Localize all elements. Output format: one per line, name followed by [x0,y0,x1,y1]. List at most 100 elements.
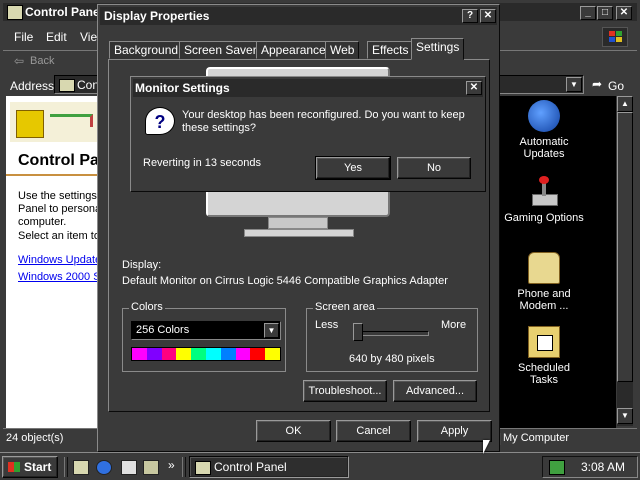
address-dropdown-button[interactable]: ▼ [566,77,582,92]
taskbar: Start » Control Panel 3:08 AM [0,452,640,480]
display-properties-dialog: Display Properties ? ✕ Background Screen… [97,4,500,452]
media-player-icon[interactable] [143,460,159,475]
palette-swatch [250,348,266,360]
monitor-base [244,229,354,237]
colors-dropdown[interactable]: 256 Colors ▼ [131,321,281,340]
scheduled-tasks-label: Scheduled Tasks [518,362,570,386]
palette-swatch [132,348,147,360]
palette-swatch [191,348,206,360]
left-info-pane: Control Panel Use the settings in Contro… [6,96,198,428]
telephone-icon [528,252,560,284]
message-close-button[interactable]: ✕ [466,81,482,95]
screen-area-groupbox: Screen area Less More 640 by 480 pixels [306,301,478,372]
scroll-thumb[interactable] [617,112,633,382]
phone-modem-label: Phone and Modem ... [517,288,571,312]
folder-icon [59,79,75,92]
palette-swatch [161,348,177,360]
apply-button[interactable]: Apply [417,420,492,442]
display-properties-title: Display Properties [104,9,210,23]
quick-launch-divider [64,457,68,477]
calendar-folder-icon [528,326,560,358]
palette-swatch [265,348,280,360]
menu-edit[interactable]: Edit [46,30,67,44]
yes-button[interactable]: Yes [315,156,391,180]
no-button[interactable]: No [397,157,471,179]
color-palette-bar [131,347,281,361]
colors-group-label: Colors [129,301,165,313]
scroll-up-button[interactable]: ▲ [617,96,633,112]
resolution-slider-track[interactable] [355,331,429,336]
outlook-express-icon[interactable] [121,460,137,475]
windows-update-link[interactable]: Windows Update [18,254,101,266]
status-location: My Computer [503,432,570,444]
help-button[interactable]: ? [462,9,478,23]
palette-swatch [235,348,251,360]
go-arrow-icon[interactable]: ➦ [592,77,602,91]
palette-swatch [146,348,162,360]
cancel-button[interactable]: Cancel [336,420,411,442]
question-icon: ? [145,107,175,135]
resolution-slider-thumb[interactable] [353,323,363,341]
colors-groupbox: Colors 256 Colors ▼ [122,301,286,372]
start-label: Start [24,460,52,474]
globe-update-icon [528,100,560,132]
display-label: Display: [122,259,162,271]
confirmation-message: Your desktop has been reconfigured. Do y… [182,109,465,134]
display-settings-tray-icon[interactable] [549,460,565,475]
colors-selected-value: 256 Colors [136,324,190,336]
display-properties-titlebar[interactable]: Display Properties [100,7,497,25]
tab-appearance[interactable]: Appearance [256,41,331,59]
monitor-settings-dialog: Monitor Settings ✕ ? Your desktop has be… [130,76,486,192]
taskbar-button-control-panel[interactable]: Control Panel [189,456,349,478]
clock[interactable]: 3:08 AM [581,460,625,474]
task-divider [182,457,186,477]
menu-file[interactable]: File [14,30,33,44]
revert-countdown: Reverting in 13 seconds [143,157,262,169]
internet-explorer-icon[interactable] [96,460,112,475]
tab-settings[interactable]: Settings [411,38,465,60]
maximize-button[interactable]: □ [597,6,613,20]
less-label: Less [315,319,339,331]
system-tray: 3:08 AM [542,456,638,478]
troubleshoot-button[interactable]: Troubleshoot... [303,380,387,402]
go-button-label[interactable]: Go [608,79,624,93]
control-panel-title: Control Panel [25,5,104,19]
resolution-value: 640 by 480 pixels [349,353,435,365]
show-desktop-icon[interactable] [73,460,89,475]
gaming-options-item[interactable]: Gaming Options [504,176,584,224]
monitor-settings-titlebar[interactable]: Monitor Settings [133,79,483,97]
task-label: Control Panel [214,460,287,474]
dialog-close-button[interactable]: ✕ [480,9,496,23]
mouse-cursor-icon [483,440,490,454]
minimize-button[interactable]: _ [580,6,596,20]
back-arrow-icon[interactable]: ⇦ [14,54,24,68]
tab-web[interactable]: Web [325,41,360,59]
address-label: Address [10,79,55,93]
palette-swatch [176,348,192,360]
automatic-updates-item[interactable]: Automatic Updates [504,100,584,160]
advanced-button[interactable]: Advanced... [393,380,477,402]
tab-effects[interactable]: Effects [367,41,414,59]
quick-launch-chevron[interactable]: » [168,458,175,472]
tab-screen-saver[interactable]: Screen Saver [179,41,262,59]
chevron-down-icon[interactable]: ▼ [264,323,279,338]
close-button[interactable]: ✕ [616,6,632,20]
tab-background[interactable]: Background [109,41,184,59]
start-button[interactable]: Start [2,456,58,478]
windows-logo-icon [602,27,628,47]
screen-area-group-label: Screen area [313,301,377,313]
back-button-label[interactable]: Back [30,55,54,67]
ok-button[interactable]: OK [256,420,331,442]
status-object-count: 24 object(s) [6,432,64,444]
phone-modem-item[interactable]: Phone and Modem ... [504,252,584,312]
control-panel-banner-icon [10,102,100,142]
scheduled-tasks-item[interactable]: Scheduled Tasks [504,326,584,386]
display-adapter-value: Default Monitor on Cirrus Logic 5446 Com… [122,275,448,287]
vertical-scrollbar[interactable]: ▲ ▼ [617,96,633,426]
gaming-options-label: Gaming Options [504,212,584,224]
windows-flag-icon [8,462,20,472]
automatic-updates-label: Automatic Updates [519,136,569,160]
scroll-down-button[interactable]: ▼ [617,408,633,424]
control-panel-task-icon [195,461,211,475]
joystick-icon [528,176,560,208]
